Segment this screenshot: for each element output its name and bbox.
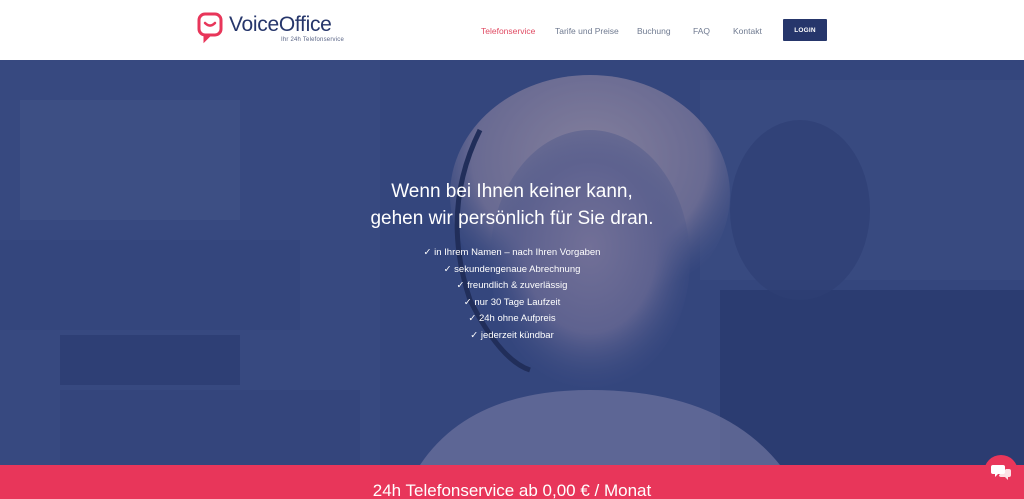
checklist-item: ✓ freundlich & zuverlässig xyxy=(456,280,568,291)
chat-bubbles-icon xyxy=(991,465,1011,480)
login-button[interactable]: LOGIN xyxy=(783,19,827,41)
feature-checklist: ✓ in Ihrem Namen – nach Ihren Vorgaben ✓… xyxy=(0,245,1024,344)
nav-item-faq[interactable]: FAQ xyxy=(693,26,710,36)
checklist-item: ✓ sekundengenaue Abrechnung xyxy=(443,263,581,275)
checklist-item: ✓ nur 30 Tage Laufzeit xyxy=(463,296,561,308)
checklist-item: ✓ 24h ohne Aufpreis xyxy=(468,313,556,324)
pricing-banner: 24h Telefonservice ab 0,00 € / Monat xyxy=(0,465,1024,499)
speech-bubble-icon xyxy=(197,12,223,44)
hero-headline-line-2: gehen wir persönlich für Sie dran. xyxy=(370,208,654,229)
checklist-item: ✓ in Ihrem Namen – nach Ihren Vorgaben xyxy=(423,247,601,258)
logo[interactable]: VoiceOffice Ihr 24h Telefonservice xyxy=(197,12,344,48)
nav-item-telefonservice[interactable]: Telefonservice xyxy=(481,26,535,36)
brand-tagline: Ihr 24h Telefonservice xyxy=(281,37,344,43)
nav-item-tarife-und-preise[interactable]: Tarife und Preise xyxy=(555,26,619,36)
hero-headline-line-1: Wenn bei Ihnen keiner kann, xyxy=(391,181,633,202)
brand-name: VoiceOffice xyxy=(229,13,332,36)
chat-button[interactable] xyxy=(984,455,1018,489)
nav-item-kontakt[interactable]: Kontakt xyxy=(733,26,762,36)
nav-item-buchung[interactable]: Buchung xyxy=(637,26,671,36)
hero-section: Wenn bei Ihnen keiner kann, gehen wir pe… xyxy=(0,60,1024,465)
site-header: VoiceOffice Ihr 24h Telefonservice Telef… xyxy=(0,0,1024,60)
checklist-item: ✓ jederzeit kündbar xyxy=(470,329,554,341)
pricing-banner-text: 24h Telefonservice ab 0,00 € / Monat xyxy=(372,481,652,499)
